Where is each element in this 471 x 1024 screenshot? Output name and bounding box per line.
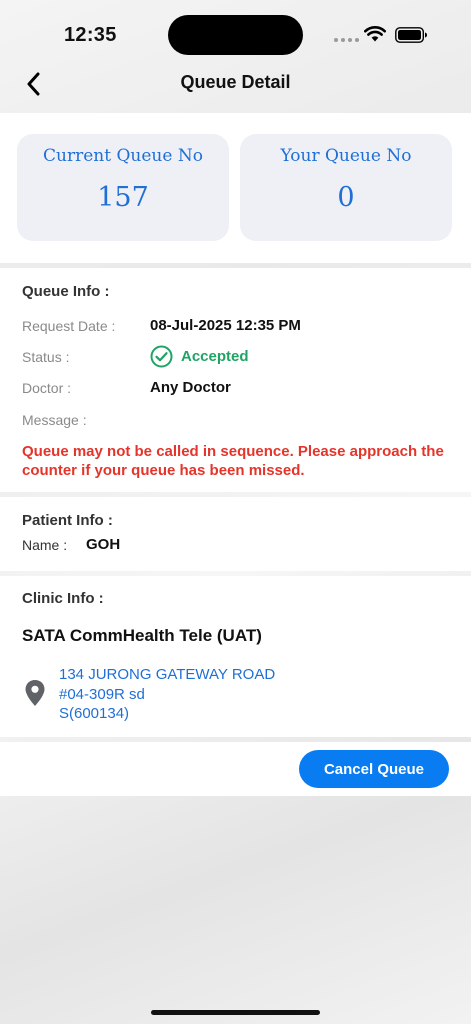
queue-warning-message: Queue may not be called in sequence. Ple…: [22, 443, 444, 479]
patient-info-section: Patient Info : Name : GOH: [0, 497, 471, 571]
battery-icon: [395, 27, 427, 43]
request-date-label: Request Date :: [22, 318, 116, 334]
queue-cards-section: Current Queue No 157 Your Queue No 0: [0, 113, 471, 263]
status-label: Status :: [22, 349, 70, 365]
current-queue-number: 157: [97, 182, 149, 213]
your-queue-number: 0: [337, 182, 355, 213]
clinic-info-section: Clinic Info : SATA CommHealth Tele (UAT)…: [0, 576, 471, 737]
status-time: 12:35: [64, 24, 117, 46]
home-indicator: [151, 1010, 320, 1015]
doctor-value: Any Doctor: [150, 379, 231, 396]
clinic-info-title: Clinic Info :: [22, 590, 104, 607]
request-date-value: 08-Jul-2025 12:35 PM: [150, 317, 301, 334]
queue-info-title: Queue Info :: [22, 283, 110, 300]
dynamic-island: [168, 15, 303, 55]
address-line-3: S(600134): [59, 705, 130, 722]
status-bar: 12:35: [0, 0, 471, 70]
nav-bar: Queue Detail: [0, 62, 471, 108]
clinic-address[interactable]: 134 JURONG GATEWAY ROAD #04-309R sd S(60…: [59, 665, 275, 724]
queue-info-section: Queue Info : Request Date : 08-Jul-2025 …: [0, 268, 471, 492]
patient-name-label: Name :: [22, 537, 68, 553]
status-value: Accepted: [181, 348, 249, 365]
message-label: Message :: [22, 412, 87, 428]
clinic-name: SATA CommHealth Tele (UAT): [22, 626, 262, 645]
doctor-label: Doctor :: [22, 380, 72, 396]
patient-name-value: GOH: [86, 536, 121, 553]
address-line-2: #04-309R sd: [59, 685, 145, 703]
check-circle-icon: [150, 345, 173, 368]
address-line-1: 134 JURONG GATEWAY ROAD: [59, 666, 276, 683]
cellular-signal-icon: [334, 38, 359, 42]
status-badge: Accepted: [150, 345, 249, 368]
current-queue-label: Current Queue No: [43, 146, 203, 166]
your-queue-card: Your Queue No 0: [240, 134, 452, 241]
current-queue-card: Current Queue No 157: [17, 134, 229, 241]
your-queue-label: Your Queue No: [280, 146, 412, 166]
cancel-queue-button[interactable]: Cancel Queue: [299, 750, 449, 788]
wifi-icon: [364, 26, 386, 42]
location-pin-icon: [25, 680, 45, 706]
page-title: Queue Detail: [180, 72, 291, 92]
action-section: Cancel Queue: [0, 742, 471, 796]
patient-info-title: Patient Info :: [22, 512, 113, 529]
